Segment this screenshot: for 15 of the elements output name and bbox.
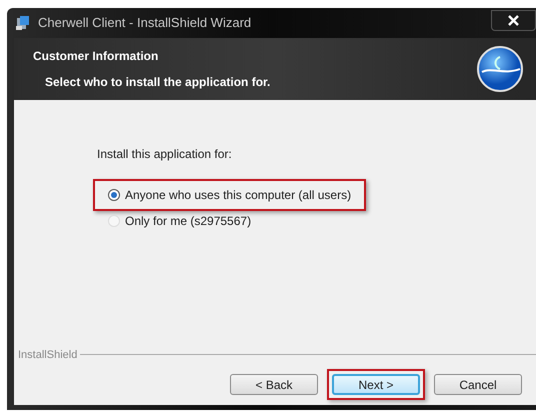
- header-title: Customer Information: [33, 48, 160, 65]
- radio-option[interactable]: Only for me (s2975567): [108, 211, 252, 231]
- installer-icon: [15, 15, 31, 31]
- globe-logo-icon: [476, 45, 524, 93]
- header-subtitle: Select who to install the application for.: [45, 74, 272, 91]
- radio-option[interactable]: Anyone who uses this computer (all users): [93, 179, 366, 211]
- close-icon: [508, 14, 519, 26]
- wizard-button[interactable]: Next >: [332, 374, 420, 395]
- wizard-button[interactable]: Cancel: [434, 374, 522, 395]
- radio-button[interactable]: [108, 189, 120, 201]
- brand-label: InstallShield: [18, 348, 78, 362]
- wizard-button[interactable]: < Back: [230, 374, 318, 395]
- close-button[interactable]: [491, 10, 536, 30]
- window-title: Cherwell Client - InstallShield Wizard: [38, 14, 252, 32]
- prompt-text: Install this application for:: [97, 146, 232, 163]
